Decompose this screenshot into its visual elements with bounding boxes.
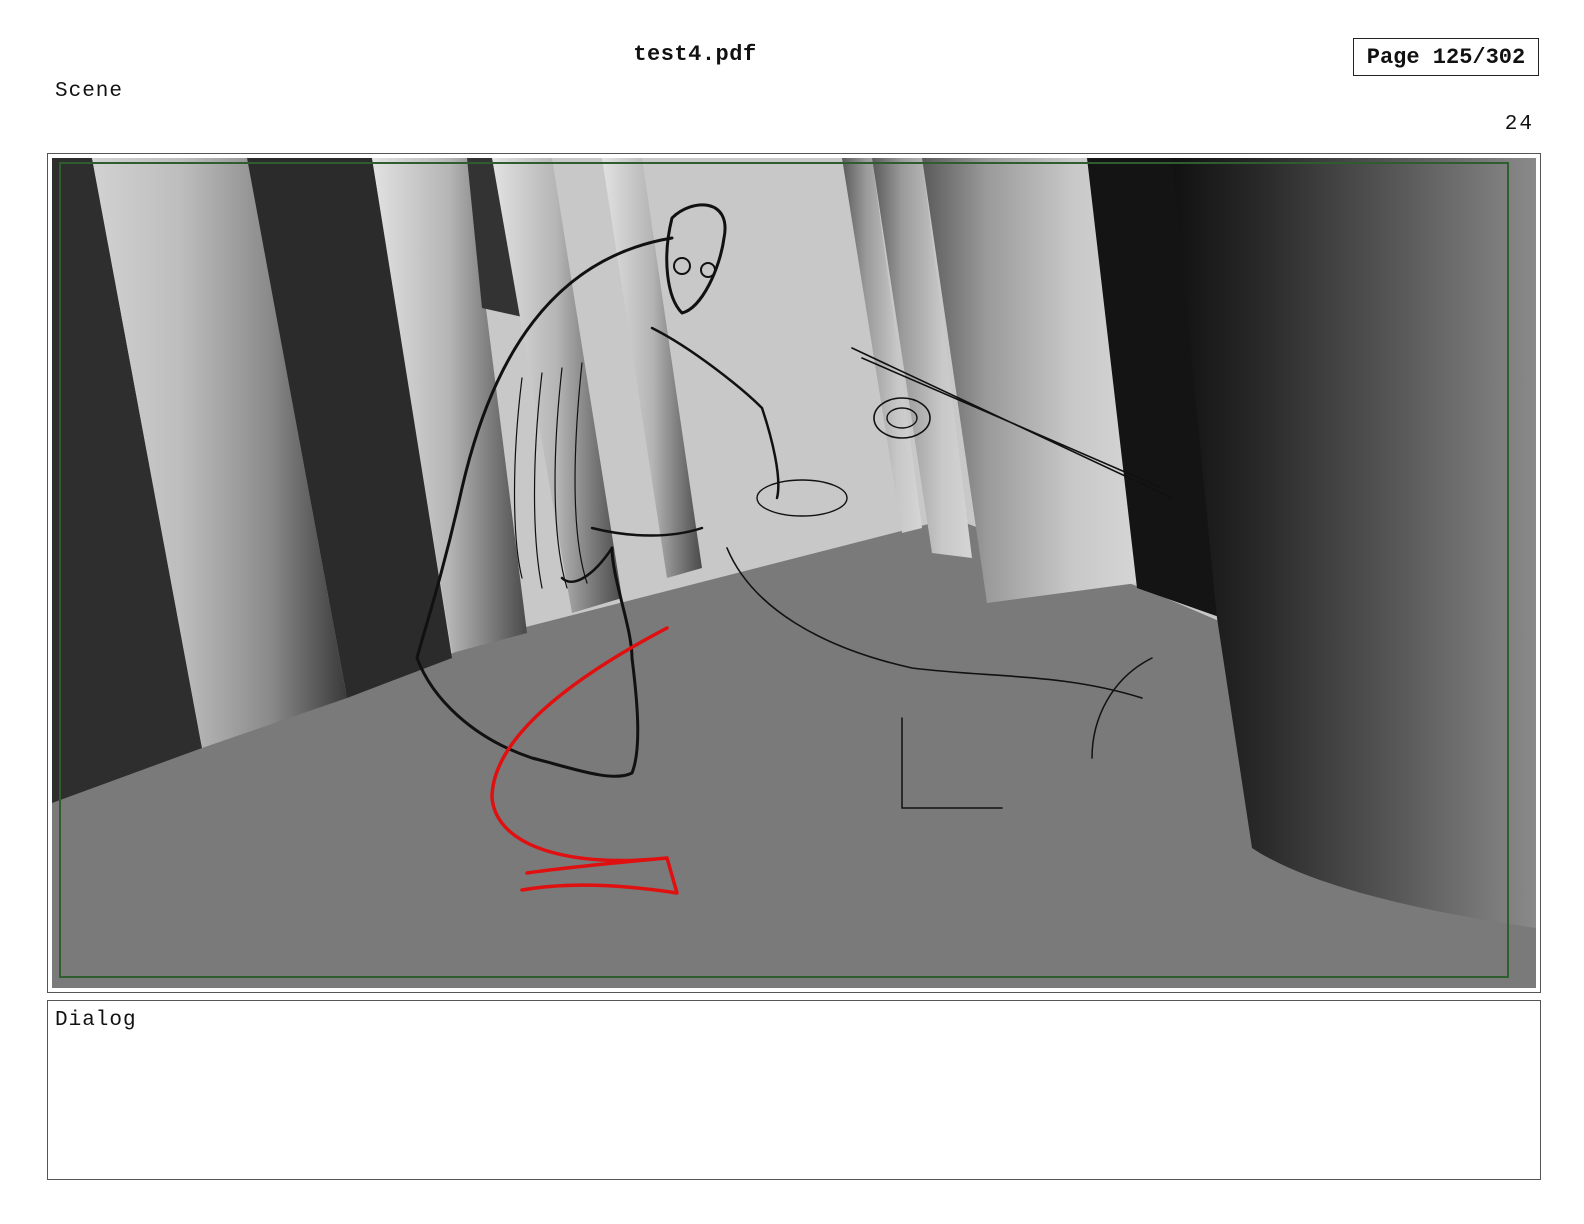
panel-artwork bbox=[52, 158, 1536, 988]
dialog-box[interactable]: Dialog bbox=[47, 1000, 1541, 1180]
dialog-label: Dialog bbox=[55, 1009, 137, 1032]
document-title: test4.pdf bbox=[633, 42, 757, 67]
storyboard-panel bbox=[47, 153, 1541, 993]
page-indicator: Page 125/302 bbox=[1353, 38, 1539, 76]
scene-label: Scene bbox=[55, 80, 124, 103]
scene-number: 24 bbox=[1504, 113, 1534, 136]
